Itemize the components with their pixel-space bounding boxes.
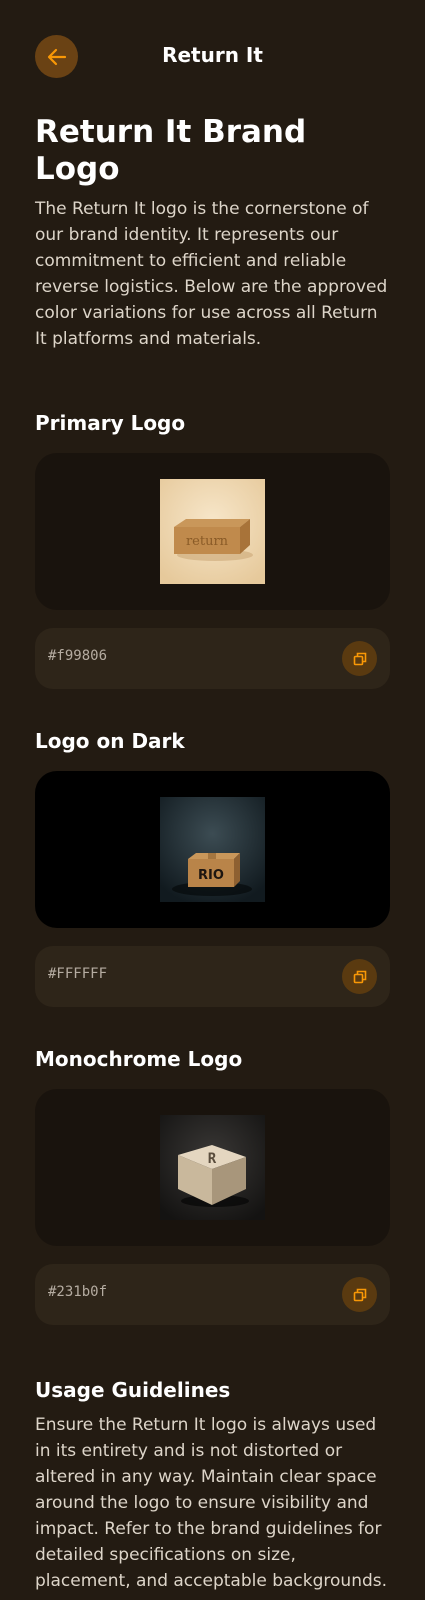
app-title: Return It: [162, 43, 263, 67]
logo-image: R: [160, 1115, 265, 1221]
hex-value: #f99806: [48, 648, 108, 665]
section-title: Primary Logo: [35, 411, 186, 436]
copy-icon: [353, 1288, 366, 1302]
section-title: Monochrome Logo: [35, 1047, 243, 1072]
intro-text: The Return It logo is the cornerstone of…: [35, 199, 388, 350]
top-bar: Return It: [0, 0, 425, 112]
usage-guidelines-section: Usage Guidelines Ensure the Return It lo…: [35, 1378, 390, 1594]
section-title: Usage Guidelines: [35, 1378, 231, 1403]
hex-value: #FFFFFF: [48, 966, 108, 983]
copy-button[interactable]: [342, 641, 377, 677]
logo-card: RIO: [35, 771, 390, 929]
copy-button[interactable]: [342, 959, 377, 995]
dark-logo-section: Logo on Dark RIO #FFFFFF: [35, 729, 390, 1008]
logo-image: RIO: [160, 797, 265, 903]
copy-button[interactable]: [342, 1277, 377, 1313]
monochrome-logo-section: Monochrome Logo R #231b0f: [35, 1047, 390, 1326]
color-value-row: #FFFFFF: [35, 946, 390, 1008]
logo-image: return: [160, 479, 265, 585]
main-content: Return It Brand Logo The Return It logo …: [35, 110, 390, 1594]
copy-icon: [353, 970, 366, 984]
color-value-row: #f99806: [35, 628, 390, 690]
logo-image-text: return: [186, 534, 229, 549]
page-title: Return It Brand Logo: [35, 114, 307, 188]
logo-image-text: RIO: [198, 868, 224, 883]
copy-icon: [353, 652, 366, 666]
logo-image-text: R: [208, 1151, 217, 1167]
guidelines-text: Ensure the Return It logo is always used…: [35, 1415, 388, 1592]
logo-card: R: [35, 1089, 390, 1247]
logo-card: return: [35, 453, 390, 611]
color-value-row: #231b0f: [35, 1264, 390, 1326]
hex-value: #231b0f: [48, 1284, 108, 1301]
primary-logo-section: Primary Logo return #f99806: [35, 411, 390, 690]
section-title: Logo on Dark: [35, 729, 185, 754]
